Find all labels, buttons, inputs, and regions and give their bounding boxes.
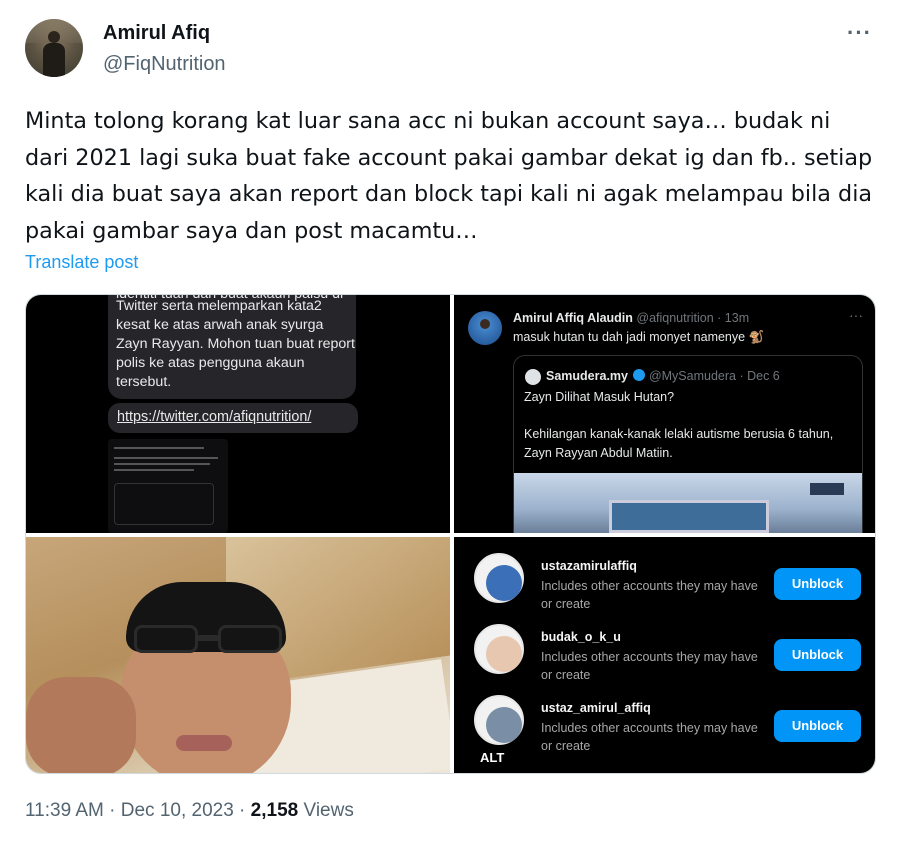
avatar-head	[48, 31, 60, 43]
photo-glasses	[134, 625, 282, 657]
quote-user-name: Samudera.my	[546, 369, 628, 383]
media-image-3[interactable]	[26, 537, 450, 773]
photo-hand	[26, 677, 136, 773]
account-avatar	[474, 695, 524, 745]
message-link: https://twitter.com/afiqnutrition/	[117, 409, 312, 425]
more-horizontal-icon: ···	[849, 307, 863, 323]
quote-user-handle: @MySamudera · Dec 6	[648, 369, 780, 383]
unblock-button: Unblock	[774, 710, 861, 742]
embedded-screenshot	[108, 439, 228, 533]
account-description: Includes other accounts they may have or…	[541, 721, 758, 753]
media-grid: identiti tuan dan buat akaun palsu di Tw…	[25, 294, 876, 774]
message-cut-text: identiti tuan dan buat akaun palsu di	[116, 295, 343, 304]
translate-post-link[interactable]: Translate post	[25, 252, 138, 273]
account-avatar	[474, 553, 524, 603]
unblock-button: Unblock	[774, 568, 861, 600]
message-text: identiti tuan dan buat akaun palsu di Tw…	[116, 295, 356, 392]
tweet-text: Minta tolong korang kat luar sana acc ni…	[25, 108, 873, 244]
photo-mouth	[176, 735, 232, 751]
quote-headline: Zayn Dilihat Masuk Hutan?	[524, 390, 675, 404]
user-avatar	[468, 311, 502, 345]
post-meta: 11:39 AM · Dec 10, 2023 · 2,158 Views	[25, 800, 354, 822]
blocked-account-row: ustazamirulaffiq Includes other accounts…	[454, 537, 875, 611]
media-image-1[interactable]: identiti tuan dan buat akaun palsu di Tw…	[26, 295, 450, 533]
post-user-name: Amirul Affiq Alaudin	[513, 311, 633, 325]
media-image-4[interactable]: ustazamirulaffiq Includes other accounts…	[454, 537, 875, 773]
blocked-account-row: budak_o_k_u Includes other accounts they…	[454, 608, 875, 682]
quote-image-logo	[810, 483, 844, 495]
quote-avatar	[525, 369, 541, 385]
quote-body: Kehilangan kanak-kanak lelaki autisme be…	[524, 427, 834, 460]
account-username: budak_o_k_u	[541, 630, 621, 644]
verified-icon	[633, 369, 646, 381]
post-timestamp[interactable]: 11:39 AM · Dec 10, 2023 ·	[25, 800, 251, 821]
blocked-account-row: ustaz_amirul_affiq Includes other accoun…	[454, 679, 875, 753]
account-username: ustaz_amirul_affiq	[541, 701, 651, 715]
alt-text-badge[interactable]: ALT	[474, 747, 511, 768]
more-horizontal-icon[interactable]: ···	[847, 20, 872, 46]
unblock-button: Unblock	[774, 639, 861, 671]
author-handle[interactable]: @FiqNutrition	[103, 53, 226, 76]
quote-image-screen	[609, 500, 769, 533]
author-avatar[interactable]	[25, 19, 83, 77]
account-username: ustazamirulaffiq	[541, 559, 637, 573]
views-count: 2,158	[250, 800, 299, 821]
quote-user: Samudera.my @MySamudera · Dec 6	[546, 369, 780, 383]
avatar-body	[43, 43, 65, 77]
media-image-2[interactable]: Amirul Affiq Alaudin @afiqnutrition · 13…	[454, 295, 875, 533]
quote-image	[514, 473, 862, 533]
account-avatar	[474, 624, 524, 674]
post-user-handle: @afiqnutrition · 13m	[636, 311, 750, 325]
post-text: masuk hutan tu dah jadi monyet namenye 🐒	[513, 330, 765, 344]
views-label: Views	[298, 800, 354, 821]
post-user: Amirul Affiq Alaudin @afiqnutrition · 13…	[513, 311, 749, 325]
message-body: Twitter serta melemparkan kata2 kesat ke…	[116, 298, 355, 390]
author-name[interactable]: Amirul Afiq	[103, 22, 210, 45]
